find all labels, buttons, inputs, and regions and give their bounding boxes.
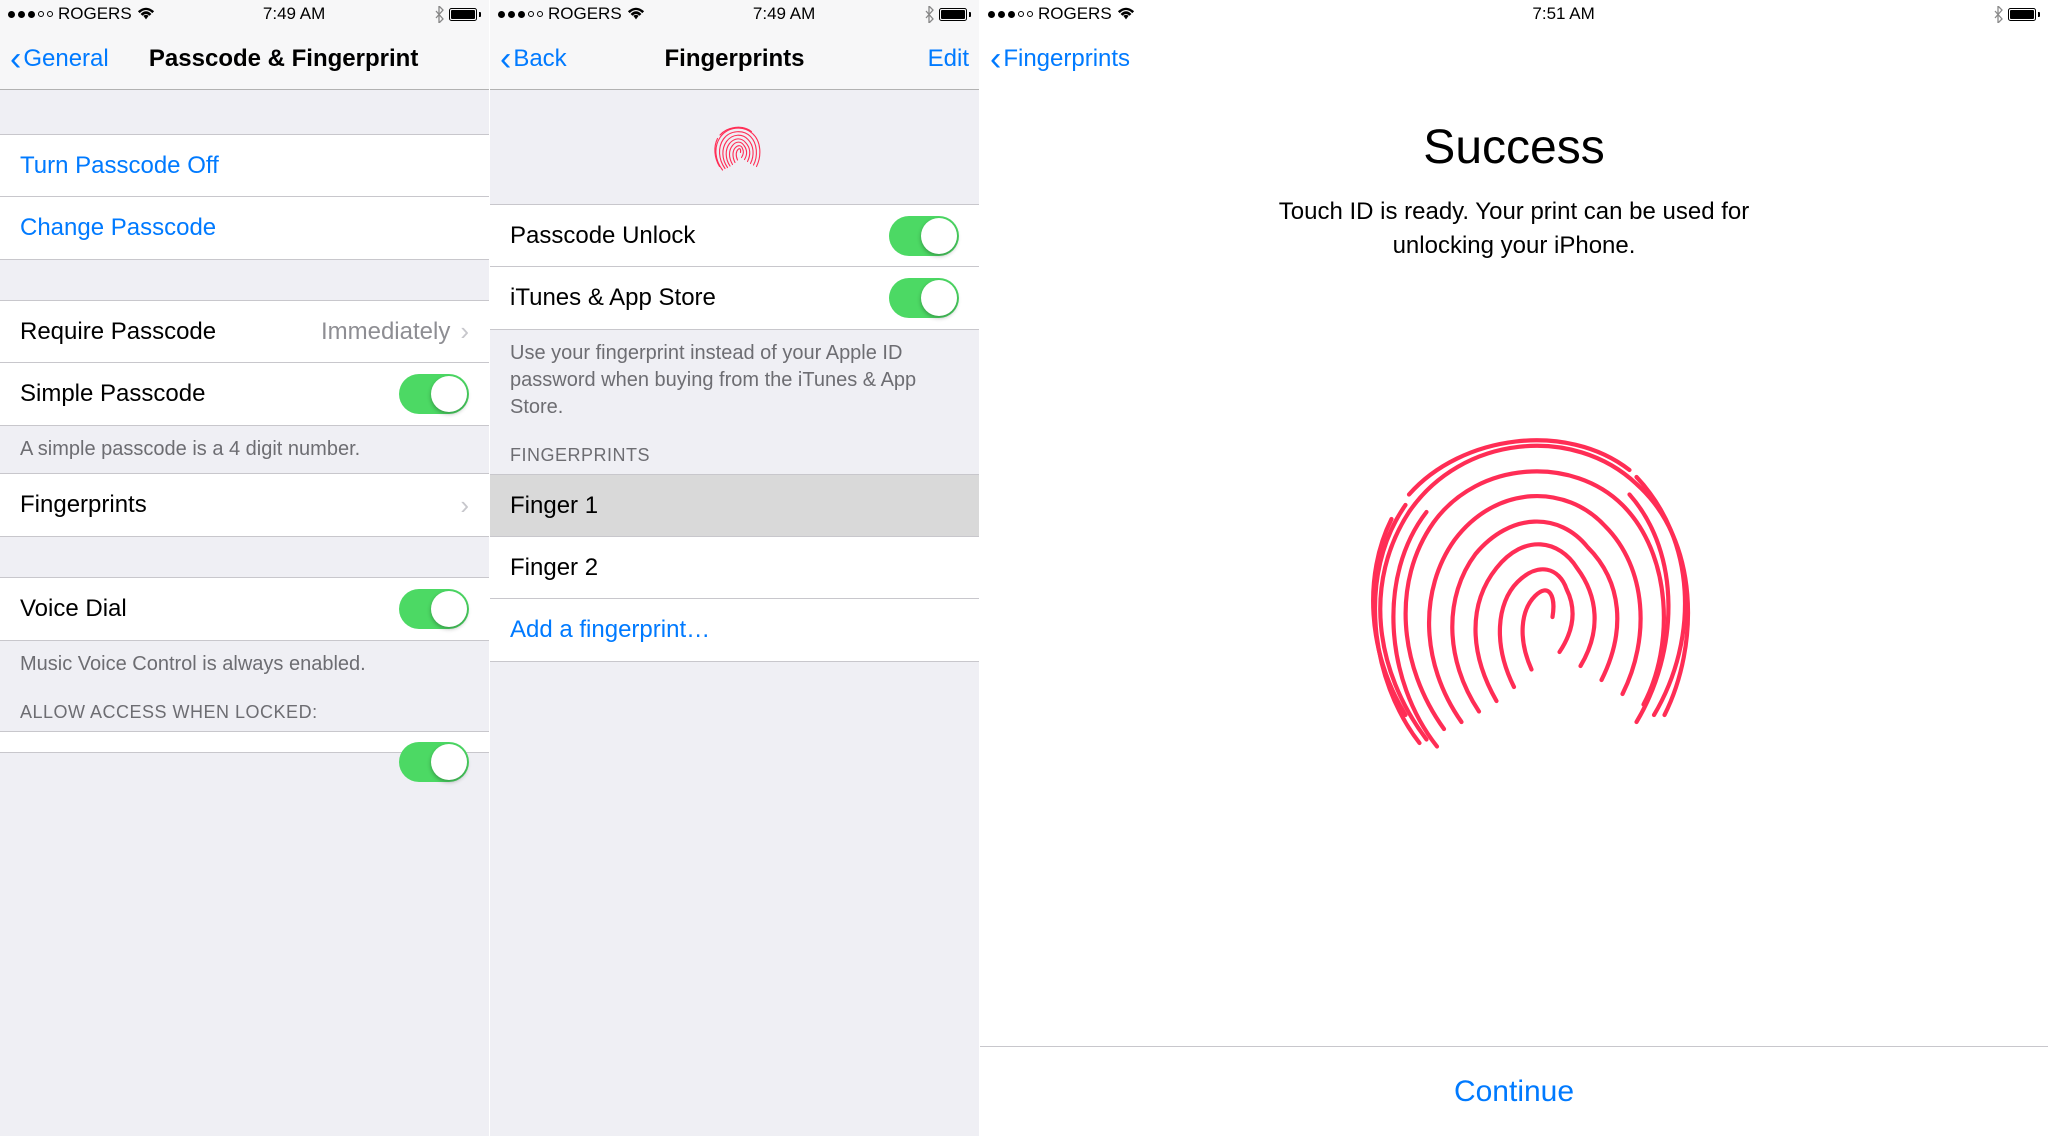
chevron-left-icon: ‹ bbox=[500, 42, 511, 76]
screen-success: ROGERS 7:51 AM ‹ Fingerprints Success To… bbox=[980, 0, 2048, 1136]
fingerprint-icon bbox=[490, 90, 979, 205]
page-title: Fingerprints bbox=[664, 45, 804, 73]
back-button[interactable]: ‹ General bbox=[10, 42, 109, 76]
clock: 7:51 AM bbox=[1532, 4, 1594, 24]
allow-access-header: ALLOW ACCESS WHEN LOCKED: bbox=[0, 688, 489, 731]
allow-access-toggle[interactable] bbox=[399, 742, 469, 782]
signal-dots-icon bbox=[8, 11, 53, 18]
simple-passcode: Simple Passcode bbox=[0, 363, 489, 425]
clock: 7:49 AM bbox=[263, 4, 325, 24]
page-title: Passcode & Fingerprint bbox=[149, 45, 418, 73]
back-label: Back bbox=[513, 45, 566, 73]
allow-access-row bbox=[0, 732, 489, 752]
screen-fingerprints: ROGERS 7:49 AM ‹ Back Fingerprints Edit … bbox=[490, 0, 980, 1136]
bluetooth-icon bbox=[434, 6, 444, 23]
change-passcode[interactable]: Change Passcode bbox=[0, 197, 489, 259]
carrier-name: ROGERS bbox=[1038, 4, 1112, 24]
itunes-row: iTunes & App Store bbox=[490, 267, 979, 329]
wifi-icon bbox=[1117, 7, 1135, 21]
success-description: Touch ID is ready. Your print can be use… bbox=[1254, 195, 1774, 262]
itunes-footer: Use your fingerprint instead of your App… bbox=[490, 330, 979, 431]
chevron-left-icon: ‹ bbox=[10, 42, 21, 76]
chevron-right-icon: › bbox=[460, 490, 469, 521]
add-fingerprint[interactable]: Add a fingerprint… bbox=[490, 599, 979, 661]
simple-passcode-toggle[interactable] bbox=[399, 374, 469, 414]
chevron-left-icon: ‹ bbox=[990, 42, 1001, 76]
require-value: Immediately bbox=[321, 318, 450, 346]
fingerprint-icon bbox=[1304, 322, 1724, 842]
back-button[interactable]: ‹ Fingerprints bbox=[990, 42, 1130, 76]
nav-bar: ‹ Back Fingerprints Edit bbox=[490, 28, 979, 90]
require-passcode[interactable]: Require Passcode Immediately › bbox=[0, 301, 489, 363]
simple-passcode-footer: A simple passcode is a 4 digit number. bbox=[0, 426, 489, 473]
fingerprints-header: FINGERPRINTS bbox=[490, 431, 979, 474]
nav-bar: ‹ General Passcode & Fingerprint bbox=[0, 28, 489, 90]
battery-icon bbox=[449, 8, 482, 21]
finger-2[interactable]: Finger 2 bbox=[490, 537, 979, 599]
battery-icon bbox=[939, 8, 972, 21]
status-bar: ROGERS 7:51 AM bbox=[980, 0, 2048, 28]
status-bar: ROGERS 7:49 AM bbox=[490, 0, 979, 28]
clock: 7:49 AM bbox=[753, 4, 815, 24]
signal-dots-icon bbox=[498, 11, 543, 18]
nav-bar: ‹ Fingerprints bbox=[980, 28, 2048, 90]
screen-passcode-settings: ROGERS 7:49 AM ‹ General Passcode & Fing… bbox=[0, 0, 490, 1136]
success-title: Success bbox=[1423, 120, 1604, 175]
bluetooth-icon bbox=[924, 6, 934, 23]
battery-icon bbox=[2008, 8, 2041, 21]
passcode-unlock-row: Passcode Unlock bbox=[490, 205, 979, 267]
bluetooth-icon bbox=[1993, 6, 2003, 23]
carrier-name: ROGERS bbox=[548, 4, 622, 24]
status-bar: ROGERS 7:49 AM bbox=[0, 0, 489, 28]
voice-dial: Voice Dial bbox=[0, 578, 489, 640]
back-label: General bbox=[23, 45, 108, 73]
finger-1[interactable]: Finger 1 bbox=[490, 475, 979, 537]
voice-dial-toggle[interactable] bbox=[399, 589, 469, 629]
itunes-toggle[interactable] bbox=[889, 278, 959, 318]
fingerprints-row[interactable]: Fingerprints › bbox=[0, 474, 489, 536]
back-button[interactable]: ‹ Back bbox=[500, 42, 567, 76]
signal-dots-icon bbox=[988, 11, 1033, 18]
voice-dial-footer: Music Voice Control is always enabled. bbox=[0, 641, 489, 688]
turn-passcode-off[interactable]: Turn Passcode Off bbox=[0, 135, 489, 197]
chevron-right-icon: › bbox=[460, 316, 469, 347]
passcode-unlock-toggle[interactable] bbox=[889, 216, 959, 256]
continue-button[interactable]: Continue bbox=[980, 1046, 2048, 1136]
edit-button[interactable]: Edit bbox=[928, 45, 969, 73]
back-label: Fingerprints bbox=[1003, 45, 1130, 73]
wifi-icon bbox=[137, 7, 155, 21]
carrier-name: ROGERS bbox=[58, 4, 132, 24]
wifi-icon bbox=[627, 7, 645, 21]
